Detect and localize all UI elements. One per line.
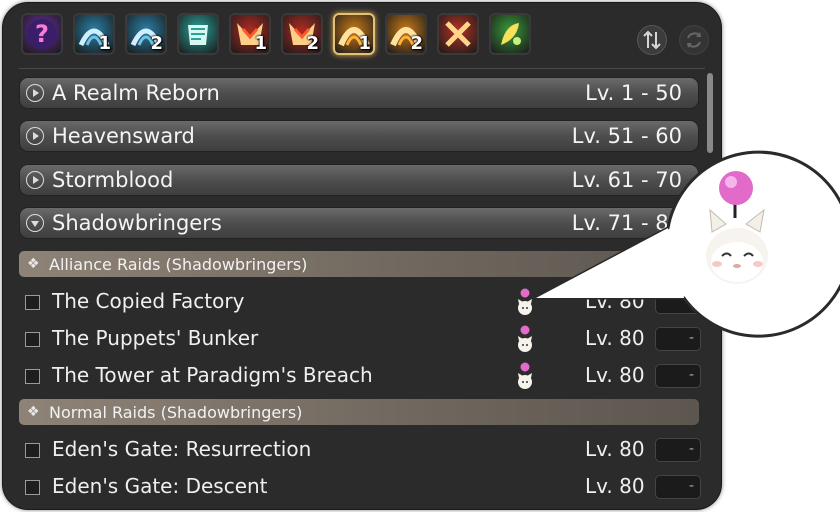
category-heavensward[interactable]: Heavensward Lv. 51 - 60 xyxy=(19,120,699,152)
duty-status-slot: - xyxy=(655,475,701,499)
duty-checkbox[interactable] xyxy=(25,295,40,310)
duty-row[interactable]: The Copied Factory Lv. 80 - xyxy=(19,285,703,319)
category-shadowbringers[interactable]: Shadowbringers Lv. 71 - 80 xyxy=(19,207,699,239)
duty-status-slot: - xyxy=(655,364,701,388)
category-name: Shadowbringers xyxy=(52,211,222,235)
moogle-icon xyxy=(515,361,535,391)
duty-name: The Puppets' Bunker xyxy=(52,326,259,350)
duty-name: The Tower at Paradigm's Breach xyxy=(52,363,373,387)
category-name: Stormblood xyxy=(52,168,174,192)
category-level-range: Lv. 51 - 60 xyxy=(571,124,682,148)
duty-row[interactable]: Eden's Gate: Descent Lv. 80 - xyxy=(19,470,703,504)
category-name: A Realm Reborn xyxy=(52,81,220,105)
duty-row[interactable]: The Puppets' Bunker Lv. 80 - xyxy=(19,322,703,356)
subcategory-alliance-raids: ❖ Alliance Raids (Shadowbringers) xyxy=(19,251,699,277)
category-a-realm-reborn[interactable]: A Realm Reborn Lv. 1 - 50 xyxy=(19,77,699,109)
expand-arrow-icon xyxy=(26,84,44,102)
category-level-range: Lv. 71 - 80 xyxy=(571,211,682,235)
duty-status-slot: - xyxy=(655,438,701,462)
category-level-range: Lv. 1 - 50 xyxy=(585,81,682,105)
expand-arrow-icon xyxy=(26,127,44,145)
duty-checkbox[interactable] xyxy=(25,443,40,458)
duty-finder-window: ? 1 2 1 2 1 2 A Realm Reborn Lv. 1 - 50 Heaven… xyxy=(2,2,722,510)
collapse-arrow-icon xyxy=(26,214,44,232)
moogle-icon xyxy=(515,324,535,354)
duty-status-slot: - xyxy=(655,327,701,351)
subcategory-name: Normal Raids (Shadowbringers) xyxy=(49,403,303,422)
duty-checkbox[interactable] xyxy=(25,332,40,347)
subcategory-normal-raids: ❖ Normal Raids (Shadowbringers) xyxy=(19,399,699,425)
duty-level: Lv. 80 xyxy=(585,363,645,387)
duty-level: Lv. 80 xyxy=(585,289,645,313)
duty-level: Lv. 80 xyxy=(585,326,645,350)
duty-level: Lv. 80 xyxy=(585,437,645,461)
category-name: Heavensward xyxy=(52,124,195,148)
duty-status-slot: - xyxy=(655,290,701,314)
duty-list: A Realm Reborn Lv. 1 - 50 Heavensward Lv… xyxy=(3,3,721,509)
expand-arrow-icon xyxy=(26,171,44,189)
scrollbar-thumb[interactable] xyxy=(707,73,713,153)
diamond-icon: ❖ xyxy=(27,256,40,272)
duty-row[interactable]: The Tower at Paradigm's Breach Lv. 80 - xyxy=(19,359,703,393)
duty-name: Eden's Gate: Resurrection xyxy=(52,437,312,461)
diamond-icon: ❖ xyxy=(27,404,40,420)
duty-row[interactable]: Eden's Gate: Resurrection Lv. 80 - xyxy=(19,433,703,467)
duty-level: Lv. 80 xyxy=(585,474,645,498)
subcategory-name: Alliance Raids (Shadowbringers) xyxy=(49,255,308,274)
category-level-range: Lv. 61 - 70 xyxy=(571,168,682,192)
duty-checkbox[interactable] xyxy=(25,480,40,495)
duty-name: Eden's Gate: Descent xyxy=(52,474,268,498)
duty-name: The Copied Factory xyxy=(52,289,245,313)
category-stormblood[interactable]: Stormblood Lv. 61 - 70 xyxy=(19,164,699,196)
moogle-icon xyxy=(515,287,535,317)
duty-checkbox[interactable] xyxy=(25,369,40,384)
